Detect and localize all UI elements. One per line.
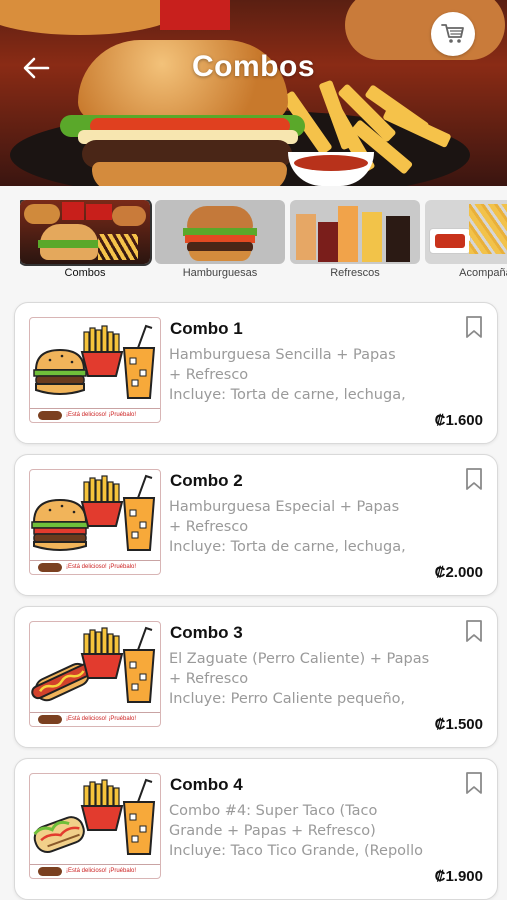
product-description: Hamburguesa Especial + Papas + Refresco …: [169, 497, 459, 557]
product-price: ₡2.000: [434, 564, 483, 581]
product-card[interactable]: ¡Está delicioso! ¡Pruébalo! Combo 2 Hamb…: [14, 454, 498, 596]
product-name: Combo 4: [170, 775, 243, 794]
category-label: Hamburguesas: [182, 267, 258, 279]
description-line: Incluye: Torta de carne, lechuga,: [169, 539, 406, 555]
description-line: + Refresco: [169, 671, 249, 687]
category-thumbnail: [425, 200, 507, 264]
description-line: Combo #4: Super Taco (Taco: [169, 803, 378, 819]
description-line: El Zaguate (Perro Caliente) + Papas: [169, 651, 430, 667]
product-card[interactable]: ¡Está delicioso! ¡Pruébalo! Combo 1 Hamb…: [14, 302, 498, 444]
bookmark-icon[interactable]: [465, 771, 483, 795]
taco-combo-illustration: [33, 778, 156, 855]
product-description: El Zaguate (Perro Caliente) + Papas + Re…: [169, 649, 459, 709]
hero-banner: Combos: [0, 0, 507, 186]
product-price: ₡1.600: [434, 412, 483, 429]
shopping-cart-icon: [441, 24, 464, 43]
category-carousel[interactable]: Combos Hamburguesas Refrescos Acompañam: [20, 200, 507, 290]
product-tagline: ¡Está delicioso! ¡Pruébalo!: [30, 560, 160, 574]
description-line: + Refresco: [169, 367, 249, 383]
hero-background-fries-box: [160, 0, 230, 30]
description-line: Incluye: Perro Caliente pequeño,: [169, 691, 406, 707]
category-label: Refrescos: [330, 267, 380, 279]
description-line: Incluye: Taco Tico Grande, (Repollo: [169, 843, 423, 859]
burger-combo-illustration: [33, 324, 156, 399]
hero-burger-bottom-bun: [92, 162, 287, 186]
product-image: ¡Está delicioso! ¡Pruébalo!: [29, 317, 161, 423]
description-line: Grande + Papas + Refresco): [169, 823, 376, 839]
category-hamburguesas[interactable]: Hamburguesas: [155, 200, 285, 282]
product-card[interactable]: ¡Está delicioso! ¡Pruébalo! Combo 3 El Z…: [14, 606, 498, 748]
category-refrescos[interactable]: Refrescos: [290, 200, 420, 282]
bookmark-icon[interactable]: [465, 467, 483, 491]
product-image: ¡Está delicioso! ¡Pruébalo!: [29, 773, 161, 879]
bookmark-icon[interactable]: [465, 315, 483, 339]
description-line: Incluye: Torta de carne, lechuga,: [169, 387, 406, 403]
product-name: Combo 3: [170, 623, 243, 642]
product-description: Hamburguesa Sencilla + Papas + Refresco …: [169, 345, 459, 405]
description-line: + Refresco: [169, 519, 249, 535]
category-acompanamientos[interactable]: Acompañam: [425, 200, 507, 282]
category-thumbnail: [290, 200, 420, 264]
product-price: ₡1.500: [434, 716, 483, 733]
category-thumbnail: [20, 200, 152, 266]
product-tagline: ¡Está delicioso! ¡Pruébalo!: [30, 408, 160, 422]
product-image: ¡Está delicioso! ¡Pruébalo!: [29, 621, 161, 727]
cart-button[interactable]: [431, 12, 475, 56]
page-title: Combos: [192, 50, 315, 83]
product-card[interactable]: ¡Está delicioso! ¡Pruébalo! Combo 4 Comb…: [14, 758, 498, 900]
hero-background-food: [0, 0, 180, 35]
category-label: Combos: [64, 267, 106, 279]
bookmark-icon[interactable]: [465, 619, 483, 643]
product-price: ₡1.900: [434, 868, 483, 885]
category-thumbnail: [155, 200, 285, 264]
product-image: ¡Está delicioso! ¡Pruébalo!: [29, 469, 161, 575]
hotdog-combo-illustration: [31, 626, 156, 703]
description-line: Hamburguesa Sencilla + Papas: [169, 347, 396, 363]
product-name: Combo 2: [170, 471, 243, 490]
category-label: Acompañam: [459, 267, 507, 279]
category-combos[interactable]: Combos: [20, 200, 152, 282]
burger-combo-illustration: [31, 474, 156, 551]
description-line: Hamburguesa Especial + Papas: [169, 499, 400, 515]
product-description: Combo #4: Super Taco (Taco Grande + Papa…: [169, 801, 459, 861]
product-name: Combo 1: [170, 319, 243, 338]
product-tagline: ¡Está delicioso! ¡Pruébalo!: [30, 864, 160, 878]
product-tagline: ¡Está delicioso! ¡Pruébalo!: [30, 712, 160, 726]
